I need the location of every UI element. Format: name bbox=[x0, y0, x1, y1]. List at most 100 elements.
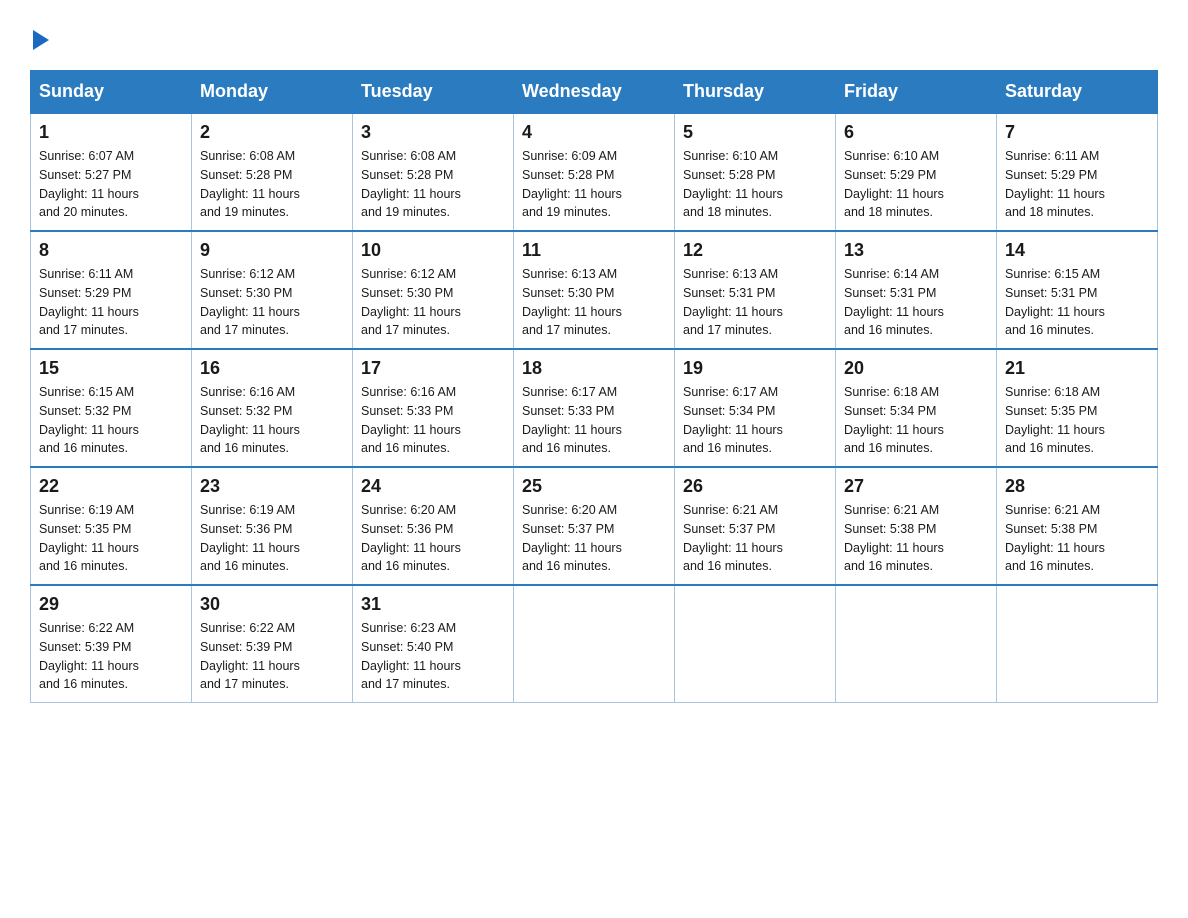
day-number: 28 bbox=[1005, 476, 1149, 497]
calendar-header-sunday: Sunday bbox=[31, 71, 192, 114]
day-info: Sunrise: 6:18 AM Sunset: 5:35 PM Dayligh… bbox=[1005, 383, 1149, 458]
day-number: 4 bbox=[522, 122, 666, 143]
calendar-header-monday: Monday bbox=[192, 71, 353, 114]
calendar-week-5: 29 Sunrise: 6:22 AM Sunset: 5:39 PM Dayl… bbox=[31, 585, 1158, 703]
day-number: 26 bbox=[683, 476, 827, 497]
day-number: 1 bbox=[39, 122, 183, 143]
day-number: 8 bbox=[39, 240, 183, 261]
day-number: 13 bbox=[844, 240, 988, 261]
day-number: 7 bbox=[1005, 122, 1149, 143]
day-number: 18 bbox=[522, 358, 666, 379]
day-info: Sunrise: 6:19 AM Sunset: 5:35 PM Dayligh… bbox=[39, 501, 183, 576]
day-number: 14 bbox=[1005, 240, 1149, 261]
day-info: Sunrise: 6:17 AM Sunset: 5:33 PM Dayligh… bbox=[522, 383, 666, 458]
day-number: 20 bbox=[844, 358, 988, 379]
calendar-cell: 17 Sunrise: 6:16 AM Sunset: 5:33 PM Dayl… bbox=[353, 349, 514, 467]
calendar-cell: 1 Sunrise: 6:07 AM Sunset: 5:27 PM Dayli… bbox=[31, 113, 192, 231]
day-info: Sunrise: 6:17 AM Sunset: 5:34 PM Dayligh… bbox=[683, 383, 827, 458]
calendar-cell: 26 Sunrise: 6:21 AM Sunset: 5:37 PM Dayl… bbox=[675, 467, 836, 585]
calendar-cell: 11 Sunrise: 6:13 AM Sunset: 5:30 PM Dayl… bbox=[514, 231, 675, 349]
day-number: 22 bbox=[39, 476, 183, 497]
day-info: Sunrise: 6:21 AM Sunset: 5:38 PM Dayligh… bbox=[844, 501, 988, 576]
calendar-cell: 27 Sunrise: 6:21 AM Sunset: 5:38 PM Dayl… bbox=[836, 467, 997, 585]
calendar-cell: 10 Sunrise: 6:12 AM Sunset: 5:30 PM Dayl… bbox=[353, 231, 514, 349]
calendar-cell: 21 Sunrise: 6:18 AM Sunset: 5:35 PM Dayl… bbox=[997, 349, 1158, 467]
day-info: Sunrise: 6:11 AM Sunset: 5:29 PM Dayligh… bbox=[39, 265, 183, 340]
day-info: Sunrise: 6:08 AM Sunset: 5:28 PM Dayligh… bbox=[200, 147, 344, 222]
day-number: 12 bbox=[683, 240, 827, 261]
day-info: Sunrise: 6:13 AM Sunset: 5:30 PM Dayligh… bbox=[522, 265, 666, 340]
calendar-cell: 3 Sunrise: 6:08 AM Sunset: 5:28 PM Dayli… bbox=[353, 113, 514, 231]
calendar-cell: 5 Sunrise: 6:10 AM Sunset: 5:28 PM Dayli… bbox=[675, 113, 836, 231]
day-info: Sunrise: 6:21 AM Sunset: 5:37 PM Dayligh… bbox=[683, 501, 827, 576]
day-info: Sunrise: 6:23 AM Sunset: 5:40 PM Dayligh… bbox=[361, 619, 505, 694]
calendar-cell: 7 Sunrise: 6:11 AM Sunset: 5:29 PM Dayli… bbox=[997, 113, 1158, 231]
calendar-cell: 24 Sunrise: 6:20 AM Sunset: 5:36 PM Dayl… bbox=[353, 467, 514, 585]
calendar-header-row: SundayMondayTuesdayWednesdayThursdayFrid… bbox=[31, 71, 1158, 114]
day-info: Sunrise: 6:22 AM Sunset: 5:39 PM Dayligh… bbox=[200, 619, 344, 694]
day-info: Sunrise: 6:20 AM Sunset: 5:37 PM Dayligh… bbox=[522, 501, 666, 576]
day-info: Sunrise: 6:11 AM Sunset: 5:29 PM Dayligh… bbox=[1005, 147, 1149, 222]
day-number: 10 bbox=[361, 240, 505, 261]
calendar-cell: 8 Sunrise: 6:11 AM Sunset: 5:29 PM Dayli… bbox=[31, 231, 192, 349]
calendar-cell: 18 Sunrise: 6:17 AM Sunset: 5:33 PM Dayl… bbox=[514, 349, 675, 467]
day-info: Sunrise: 6:22 AM Sunset: 5:39 PM Dayligh… bbox=[39, 619, 183, 694]
page-header bbox=[30, 30, 1158, 50]
calendar-cell: 13 Sunrise: 6:14 AM Sunset: 5:31 PM Dayl… bbox=[836, 231, 997, 349]
day-info: Sunrise: 6:20 AM Sunset: 5:36 PM Dayligh… bbox=[361, 501, 505, 576]
day-number: 24 bbox=[361, 476, 505, 497]
day-number: 21 bbox=[1005, 358, 1149, 379]
calendar-cell bbox=[514, 585, 675, 703]
day-info: Sunrise: 6:18 AM Sunset: 5:34 PM Dayligh… bbox=[844, 383, 988, 458]
calendar-cell bbox=[675, 585, 836, 703]
day-info: Sunrise: 6:15 AM Sunset: 5:32 PM Dayligh… bbox=[39, 383, 183, 458]
day-info: Sunrise: 6:08 AM Sunset: 5:28 PM Dayligh… bbox=[361, 147, 505, 222]
day-info: Sunrise: 6:12 AM Sunset: 5:30 PM Dayligh… bbox=[361, 265, 505, 340]
day-info: Sunrise: 6:12 AM Sunset: 5:30 PM Dayligh… bbox=[200, 265, 344, 340]
day-info: Sunrise: 6:07 AM Sunset: 5:27 PM Dayligh… bbox=[39, 147, 183, 222]
calendar-cell: 22 Sunrise: 6:19 AM Sunset: 5:35 PM Dayl… bbox=[31, 467, 192, 585]
calendar-cell: 14 Sunrise: 6:15 AM Sunset: 5:31 PM Dayl… bbox=[997, 231, 1158, 349]
logo bbox=[30, 30, 49, 50]
day-info: Sunrise: 6:09 AM Sunset: 5:28 PM Dayligh… bbox=[522, 147, 666, 222]
calendar-header-tuesday: Tuesday bbox=[353, 71, 514, 114]
day-number: 23 bbox=[200, 476, 344, 497]
day-number: 2 bbox=[200, 122, 344, 143]
day-number: 25 bbox=[522, 476, 666, 497]
calendar-header-thursday: Thursday bbox=[675, 71, 836, 114]
day-number: 27 bbox=[844, 476, 988, 497]
day-number: 19 bbox=[683, 358, 827, 379]
day-number: 11 bbox=[522, 240, 666, 261]
day-number: 30 bbox=[200, 594, 344, 615]
calendar-cell: 9 Sunrise: 6:12 AM Sunset: 5:30 PM Dayli… bbox=[192, 231, 353, 349]
logo-arrow-icon bbox=[33, 30, 49, 50]
day-info: Sunrise: 6:21 AM Sunset: 5:38 PM Dayligh… bbox=[1005, 501, 1149, 576]
day-info: Sunrise: 6:16 AM Sunset: 5:32 PM Dayligh… bbox=[200, 383, 344, 458]
calendar-cell: 20 Sunrise: 6:18 AM Sunset: 5:34 PM Dayl… bbox=[836, 349, 997, 467]
calendar-cell: 30 Sunrise: 6:22 AM Sunset: 5:39 PM Dayl… bbox=[192, 585, 353, 703]
calendar-cell: 19 Sunrise: 6:17 AM Sunset: 5:34 PM Dayl… bbox=[675, 349, 836, 467]
day-number: 15 bbox=[39, 358, 183, 379]
calendar-cell: 28 Sunrise: 6:21 AM Sunset: 5:38 PM Dayl… bbox=[997, 467, 1158, 585]
day-info: Sunrise: 6:15 AM Sunset: 5:31 PM Dayligh… bbox=[1005, 265, 1149, 340]
calendar-header-saturday: Saturday bbox=[997, 71, 1158, 114]
calendar-cell: 31 Sunrise: 6:23 AM Sunset: 5:40 PM Dayl… bbox=[353, 585, 514, 703]
calendar-cell: 12 Sunrise: 6:13 AM Sunset: 5:31 PM Dayl… bbox=[675, 231, 836, 349]
calendar-week-2: 8 Sunrise: 6:11 AM Sunset: 5:29 PM Dayli… bbox=[31, 231, 1158, 349]
calendar-cell bbox=[836, 585, 997, 703]
calendar-table: SundayMondayTuesdayWednesdayThursdayFrid… bbox=[30, 70, 1158, 703]
calendar-header-friday: Friday bbox=[836, 71, 997, 114]
calendar-cell: 23 Sunrise: 6:19 AM Sunset: 5:36 PM Dayl… bbox=[192, 467, 353, 585]
calendar-cell: 25 Sunrise: 6:20 AM Sunset: 5:37 PM Dayl… bbox=[514, 467, 675, 585]
day-number: 17 bbox=[361, 358, 505, 379]
calendar-cell: 16 Sunrise: 6:16 AM Sunset: 5:32 PM Dayl… bbox=[192, 349, 353, 467]
calendar-week-3: 15 Sunrise: 6:15 AM Sunset: 5:32 PM Dayl… bbox=[31, 349, 1158, 467]
calendar-header-wednesday: Wednesday bbox=[514, 71, 675, 114]
day-number: 29 bbox=[39, 594, 183, 615]
calendar-cell: 4 Sunrise: 6:09 AM Sunset: 5:28 PM Dayli… bbox=[514, 113, 675, 231]
calendar-cell: 29 Sunrise: 6:22 AM Sunset: 5:39 PM Dayl… bbox=[31, 585, 192, 703]
day-number: 31 bbox=[361, 594, 505, 615]
day-info: Sunrise: 6:10 AM Sunset: 5:28 PM Dayligh… bbox=[683, 147, 827, 222]
day-number: 16 bbox=[200, 358, 344, 379]
calendar-cell: 2 Sunrise: 6:08 AM Sunset: 5:28 PM Dayli… bbox=[192, 113, 353, 231]
